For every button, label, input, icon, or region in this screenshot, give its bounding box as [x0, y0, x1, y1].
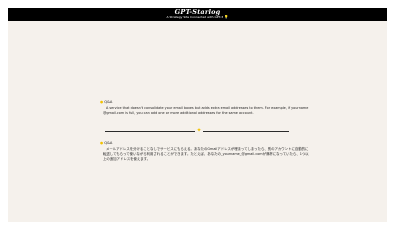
tagline-text: A Strategy Site Connected with GPT-3 — [166, 15, 224, 19]
lightbulb-icon: ● — [100, 100, 104, 104]
qa-label: Q&A — [104, 141, 113, 145]
qa-label: Q&A — [104, 100, 113, 104]
page: GPT-Starlog A Strategy Site Connected wi… — [0, 0, 395, 230]
qa-answer-text: メールアドレスを分けることなしでサービスにもらえる。あなたのGmailアドレスが… — [103, 146, 309, 161]
qa-answer-text: A service that doesn't consolidate your … — [103, 105, 309, 115]
site-header: GPT-Starlog A Strategy Site Connected wi… — [8, 8, 387, 21]
qa-section-japanese: ● Q&A メールアドレスを分けることなしでサービスにもらえる。あなたのGmai… — [100, 141, 310, 162]
lightbulb-icon: ✦ — [195, 127, 203, 135]
qa-section-english: ● Q&A A service that doesn't consolidate… — [100, 100, 310, 116]
lightbulb-icon: ● — [100, 141, 104, 145]
lightbulb-icon: 💡 — [224, 15, 229, 19]
main-content: ● Q&A A service that doesn't consolidate… — [8, 21, 387, 222]
qa-heading: ● Q&A — [100, 100, 310, 105]
qa-heading: ● Q&A — [100, 141, 310, 146]
site-tagline: A Strategy Site Connected with GPT-3 💡 — [8, 15, 387, 20]
